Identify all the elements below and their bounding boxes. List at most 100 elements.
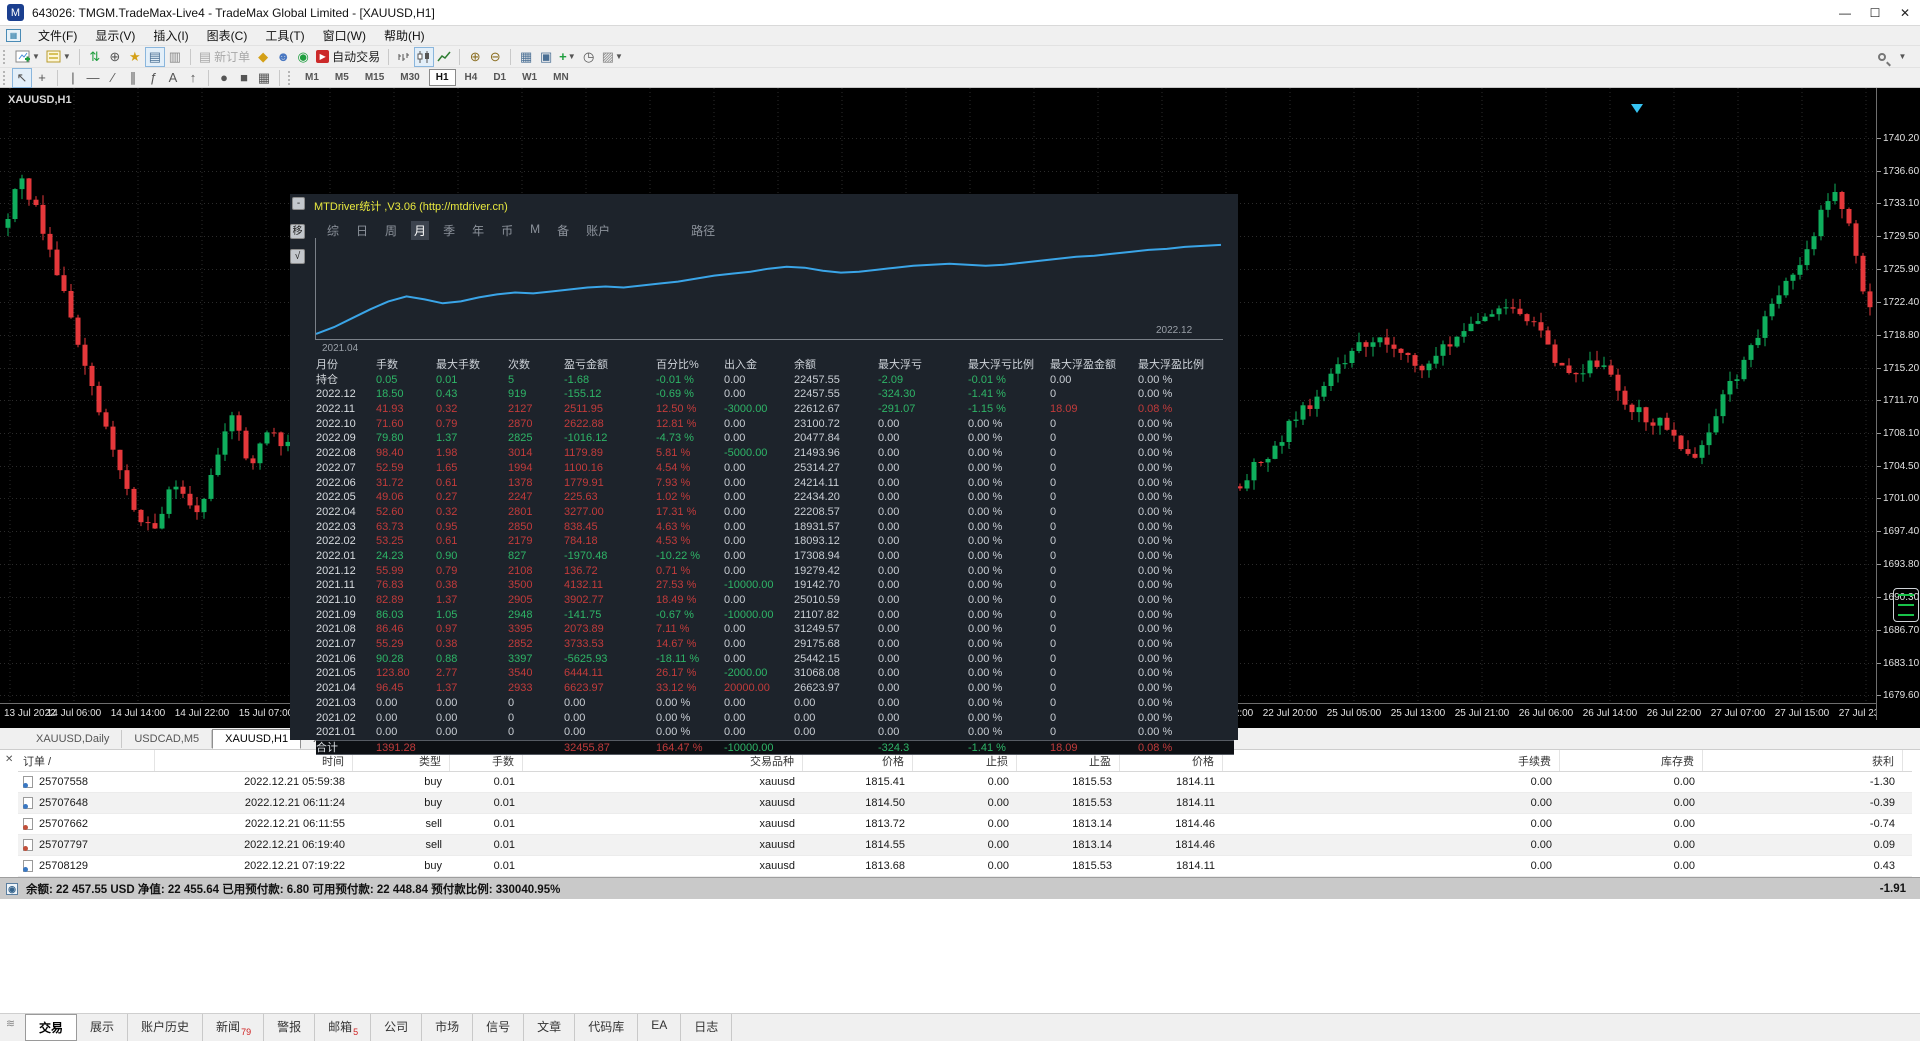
zoom-in-icon[interactable]: ⊕ [465, 47, 485, 67]
timeframe-m1[interactable]: M1 [298, 69, 326, 86]
stats-cell: 3540 [508, 667, 533, 680]
favorites-icon[interactable]: ★ [125, 47, 145, 67]
stats-cell: -18.11 % [656, 652, 700, 665]
candlestick-icon[interactable] [414, 46, 435, 67]
close-button[interactable]: ✕ [1890, 0, 1920, 25]
timeframe-m30[interactable]: M30 [393, 69, 426, 86]
chart-tab-xauusd-h1[interactable]: XAUUSD,H1 [212, 729, 302, 749]
maximize-button[interactable]: ☐ [1860, 0, 1890, 25]
terminal-tab-市场[interactable]: 市场 [422, 1014, 474, 1041]
menu-item-1[interactable]: 显示(V) [86, 25, 144, 46]
stats-cell: 1391.28 [376, 741, 416, 754]
arrange-icon[interactable]: ▣ [536, 47, 556, 67]
minimize-button[interactable]: — [1830, 0, 1860, 25]
menu-item-4[interactable]: 工具(T) [256, 25, 313, 46]
templates-button[interactable]: ▨ ▼ [599, 47, 626, 67]
panel-minimize-button[interactable]: - [292, 197, 305, 210]
timeframe-m15[interactable]: M15 [358, 69, 391, 86]
crosshair-tool[interactable]: + [32, 68, 52, 88]
ellipse-tool[interactable]: ● [214, 68, 234, 88]
terminal-tab-账户历史[interactable]: 账户历史 [128, 1014, 204, 1041]
timeframe-w1[interactable]: W1 [515, 69, 544, 86]
scale-scroll-thumb[interactable] [1893, 588, 1919, 622]
channel-tool[interactable]: ∥ [123, 68, 143, 88]
terminal-close-icon[interactable]: ✕ [5, 754, 13, 765]
stats-row: 2021.02 0.00 0.00 0 0.00 0.00 % 0.00 0.00 0.00 0.… [316, 711, 1234, 726]
arrow-tool[interactable]: ↑ [183, 68, 203, 88]
terminal-tab-信号[interactable]: 信号 [473, 1014, 525, 1041]
order-row[interactable]: 25707662 2022.12.21 06:11:55 sell 0.01 xauus… [18, 814, 1912, 835]
rectangle-tool[interactable]: ■ [234, 68, 254, 88]
fibonacci-tool[interactable]: ƒ [143, 68, 163, 88]
terminal-panel: ✕ 订单 / 时间 类型 手数 交易品种 价格 止损 止盈 价格 手续费 库存费 获利 25707558… [0, 750, 1920, 1013]
stats-cell: 0 [1050, 388, 1057, 401]
market-watch-button[interactable]: ▤ [144, 46, 165, 67]
order-row[interactable]: 25707797 2022.12.21 06:19:40 sell 0.01 xauus… [18, 835, 1912, 856]
new-chart-button[interactable]: ▼ [12, 47, 43, 67]
vertical-line-tool[interactable]: | [63, 68, 83, 88]
menu-item-0[interactable]: 文件(F) [29, 25, 86, 46]
terminal-tab-新闻[interactable]: 新闻79 [203, 1014, 265, 1041]
terminal-tab-交易[interactable]: 交易 [25, 1014, 78, 1041]
timeframe-h1[interactable]: H1 [428, 69, 456, 86]
horizontal-line-tool[interactable]: — [83, 68, 103, 88]
indicators-button[interactable]: + ▼ [556, 47, 579, 67]
tick-chart-icon[interactable]: ⇅ [85, 47, 105, 67]
terminal-tab-展示[interactable]: 展示 [77, 1014, 129, 1041]
stats-cell: -0.69 % [656, 388, 694, 401]
terminal-tab-公司[interactable]: 公司 [371, 1014, 423, 1041]
cursor-tool[interactable]: ↖ [12, 67, 32, 88]
timeframe-h4[interactable]: H4 [458, 69, 485, 86]
menu-item-5[interactable]: 窗口(W) [314, 25, 375, 46]
timeframe-m5[interactable]: M5 [328, 69, 356, 86]
signal-icon[interactable]: ◉ [293, 47, 313, 67]
terminal-tab-代码库[interactable]: 代码库 [575, 1014, 639, 1041]
order-row[interactable]: 25707648 2022.12.21 06:11:24 buy 0.01 xauusd… [18, 793, 1912, 814]
autotrade-button[interactable]: ▶ 自动交易 [313, 47, 383, 67]
stats-cell: 164.47 % [656, 741, 703, 754]
stats-cell [794, 741, 878, 754]
order-cell: 0.00 [1673, 776, 1695, 788]
timeframe-d1[interactable]: D1 [486, 69, 513, 86]
terminal-tab-邮箱[interactable]: 邮箱5 [315, 1014, 372, 1041]
tile-windows-icon[interactable]: ▦ [516, 47, 536, 67]
toolbar-grip[interactable] [3, 70, 8, 85]
timeframe-mn[interactable]: MN [546, 69, 576, 86]
profiles-button[interactable]: ▼ [43, 47, 74, 67]
pattern-tool[interactable]: ▦ [254, 68, 274, 88]
zoom-out-icon[interactable]: ⊖ [485, 47, 505, 67]
trendline-tool[interactable]: ∕ [103, 68, 123, 88]
toolbar-overflow-icon[interactable]: ▼ [1892, 47, 1912, 67]
line-chart-icon[interactable] [434, 47, 454, 67]
community-icon[interactable]: ☻ [273, 47, 293, 67]
order-row[interactable]: 25708129 2022.12.21 07:19:22 buy 0.01 xauusd… [18, 856, 1912, 877]
chart-tab-xauusd-daily[interactable]: XAUUSD,Daily [24, 730, 123, 748]
vps-icon[interactable]: ≋ [2, 1017, 19, 1039]
text-tool[interactable]: A [163, 68, 183, 88]
periods-button[interactable]: ◷ [579, 47, 599, 67]
stats-cell: 49.06 [376, 491, 404, 504]
menu-item-3[interactable]: 图表(C) [198, 25, 257, 46]
crosshair-target-icon[interactable]: ⊕ [105, 47, 125, 67]
toolbar-grip[interactable] [288, 70, 293, 85]
price-chart[interactable]: XAUUSD,H1 13 Jul 2022 14 Jul 06:00 14 Jul … [0, 88, 1920, 755]
menu-item-6[interactable]: 帮助(H) [375, 25, 434, 46]
search-icon[interactable] [1872, 47, 1892, 67]
terminal-tab-日志[interactable]: 日志 [681, 1014, 733, 1041]
toolbar-grip[interactable] [3, 49, 8, 64]
stats-cell: 2021.07 [316, 638, 356, 651]
menu-item-2[interactable]: 插入(I) [144, 25, 197, 46]
terminal-tab-警报[interactable]: 警报 [264, 1014, 316, 1041]
chart-tab-usdcad-m5[interactable]: USDCAD,M5 [122, 730, 213, 748]
stats-cell: 0.00 [878, 535, 900, 548]
stats-cell: 0.00 [1050, 373, 1072, 386]
bar-chart-icon[interactable] [394, 47, 414, 67]
panel-move-button[interactable]: 移 [290, 224, 305, 239]
terminal-tab-EA[interactable]: EA [638, 1014, 682, 1041]
data-window-icon[interactable]: ▥ [165, 47, 185, 67]
panel-check-button[interactable]: √ [290, 249, 305, 264]
order-row[interactable]: 25707558 2022.12.21 05:59:38 buy 0.01 xauusd… [18, 772, 1912, 793]
terminal-tab-文章[interactable]: 文章 [524, 1014, 576, 1041]
expert-remove-icon[interactable]: ◆ [253, 47, 273, 67]
new-order-button[interactable]: ▤ 新订单 [196, 47, 253, 67]
